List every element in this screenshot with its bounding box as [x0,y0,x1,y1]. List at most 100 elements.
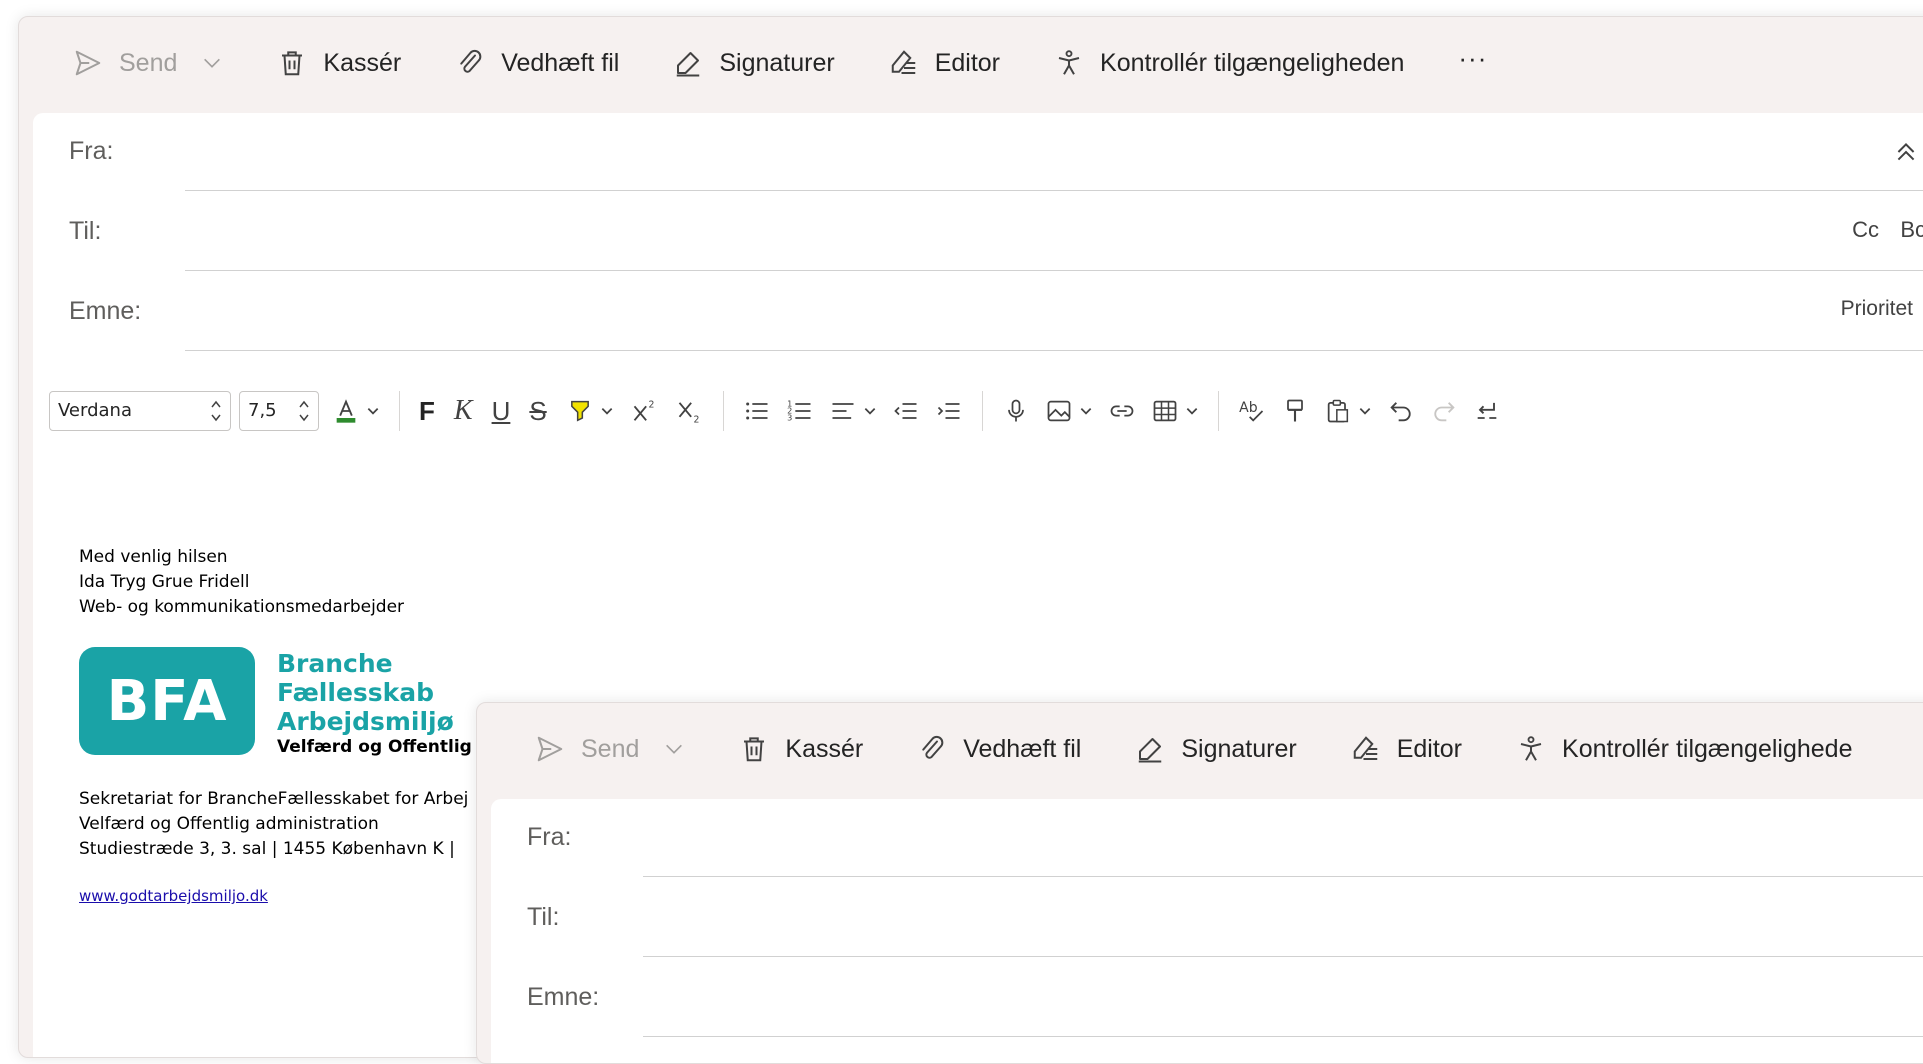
bold-button[interactable]: F [419,391,435,431]
editor-label: Editor [934,48,1001,77]
insert-link-button[interactable] [1108,391,1136,431]
chevron-down-icon[interactable] [201,52,223,74]
strikethrough-label: S [529,395,547,426]
underline-button[interactable]: U [492,391,511,431]
org-line: Sekretariat for BrancheFællesskabet for … [79,789,469,809]
compose-toolbar: Send Kassér Vedhæft fil Signaturer Edito… [19,17,1923,109]
website-row: www.godtarbejdsmiljo.dk [79,887,268,906]
priority-button[interactable]: Prioritet [1841,297,1913,321]
font-size-select[interactable]: 7,5 [239,391,319,431]
paperclip-icon [922,735,944,759]
accessibility-check-button[interactable]: Kontrollér tilgængelighede [1516,727,1852,771]
format-painter-button[interactable] [1281,391,1309,431]
attach-file-button[interactable]: Vedhæft fil [917,727,1081,771]
attach-label: Vedhæft fil [963,734,1082,763]
from-field[interactable]: Fra: [491,799,1923,877]
to-label: Til: [69,217,102,245]
increase-indent-button[interactable] [935,391,963,431]
svg-text:Ab: Ab [1239,400,1258,416]
to-underline [643,956,1923,957]
chevron-down-icon[interactable] [663,738,685,760]
numbered-list-button[interactable]: 123 [786,391,814,431]
subject-field[interactable]: Emne: Prioritet [33,273,1923,351]
signatures-button[interactable]: Signaturer [673,41,835,85]
decrease-indent-button[interactable] [892,391,920,431]
trash-icon [744,737,765,762]
discard-button[interactable]: Kassér [739,727,863,771]
bullet-list-icon [745,402,768,420]
table-icon [1153,400,1177,422]
accessibility-label: Kontrollér tilgængelighede [1562,734,1853,763]
increase-indent-icon [937,403,960,419]
logo-badge: BFA [79,647,255,755]
highlight-button[interactable] [566,391,614,431]
chevron-down-icon [367,408,379,415]
signature-pen-icon [1139,738,1162,763]
attach-file-button[interactable]: Vedhæft fil [455,41,619,85]
signature-name: Ida Tryg Grue Fridell [79,572,250,592]
spinner-icon [211,400,221,422]
align-button[interactable] [829,391,877,431]
strikethrough-button[interactable]: S [529,391,546,431]
spelling-icon: Ab [1239,400,1263,422]
paste-button[interactable] [1324,391,1372,431]
from-field[interactable]: Fra: [33,113,1923,191]
chevron-down-icon [1080,408,1091,415]
font-size-value: 7,5 [248,400,277,421]
send-button[interactable]: Send [535,727,685,771]
toolbar-divider [722,391,724,431]
discard-label: Kassér [323,48,402,77]
italic-button[interactable]: K [454,391,473,431]
picture-icon [1047,400,1071,422]
undo-button[interactable] [1387,391,1415,431]
insert-table-button[interactable] [1151,391,1199,431]
from-underline [643,876,1923,877]
formatting-toolbar: Verdana 7,5 F K U S 2 2 1 2 3 Ab [49,381,1923,441]
collapse-icon[interactable] [1893,139,1919,165]
chevron-down-icon [1186,408,1197,415]
subscript-button[interactable]: 2 [676,391,704,431]
send-button[interactable]: Send [73,41,223,85]
bfa-logo: BFA Branche Fællesskab Arbejdsmiljø Velf… [79,647,519,757]
redo-button[interactable] [1430,391,1458,431]
logo-line: Arbejdsmiljø [277,707,454,736]
organization-block: Sekretariat for BrancheFællesskabet for … [79,787,468,862]
website-link[interactable]: www.godtarbejdsmiljo.dk [79,887,268,905]
editor-button[interactable]: Editor [889,41,1000,85]
bcc-button[interactable]: Bcc [1900,217,1923,243]
editor-button[interactable]: Editor [1351,727,1462,771]
signature-title: Web- og kommunikationsmedarbejder [79,597,405,617]
superscript-button[interactable]: 2 [631,391,659,431]
subject-label: Emne: [69,297,142,325]
subject-label: Emne: [527,983,600,1011]
send-label: Send [119,48,178,77]
decrease-indent-icon [893,403,917,419]
font-color-button[interactable] [332,391,380,431]
to-field[interactable]: Til: Cc Bcc [33,193,1923,271]
compose-window-duplicate: Send Kassér Vedhæft fil Signaturer Edito… [476,702,1923,1064]
more-formatting-button[interactable] [1473,391,1501,431]
trash-icon [282,51,303,76]
numbered-list-icon: 123 [787,398,811,422]
underline-label: U [491,395,511,426]
editor-label: Editor [1396,734,1463,763]
microphone-icon [1007,399,1024,422]
cc-button[interactable]: Cc [1852,217,1879,243]
spelling-button[interactable]: Ab [1238,391,1266,431]
subject-field[interactable]: Emne: [491,959,1923,1037]
bullet-list-button[interactable] [743,391,771,431]
to-field[interactable]: Til: [491,879,1923,957]
more-options-button[interactable]: ··· [1458,43,1487,74]
highlighter-icon [570,400,589,422]
send-label: Send [581,734,640,763]
from-label: Fra: [69,137,114,165]
discard-button[interactable]: Kassér [277,41,401,85]
signature-block: Med venlig hilsen Ida Tryg Grue Fridell … [79,545,404,620]
accessibility-check-button[interactable]: Kontrollér tilgængeligheden [1054,41,1404,85]
font-family-select[interactable]: Verdana [49,391,231,431]
to-label: Til: [527,903,560,931]
send-icon [537,736,563,762]
signatures-button[interactable]: Signaturer [1135,727,1297,771]
insert-picture-button[interactable] [1045,391,1093,431]
dictate-button[interactable] [1002,391,1030,431]
